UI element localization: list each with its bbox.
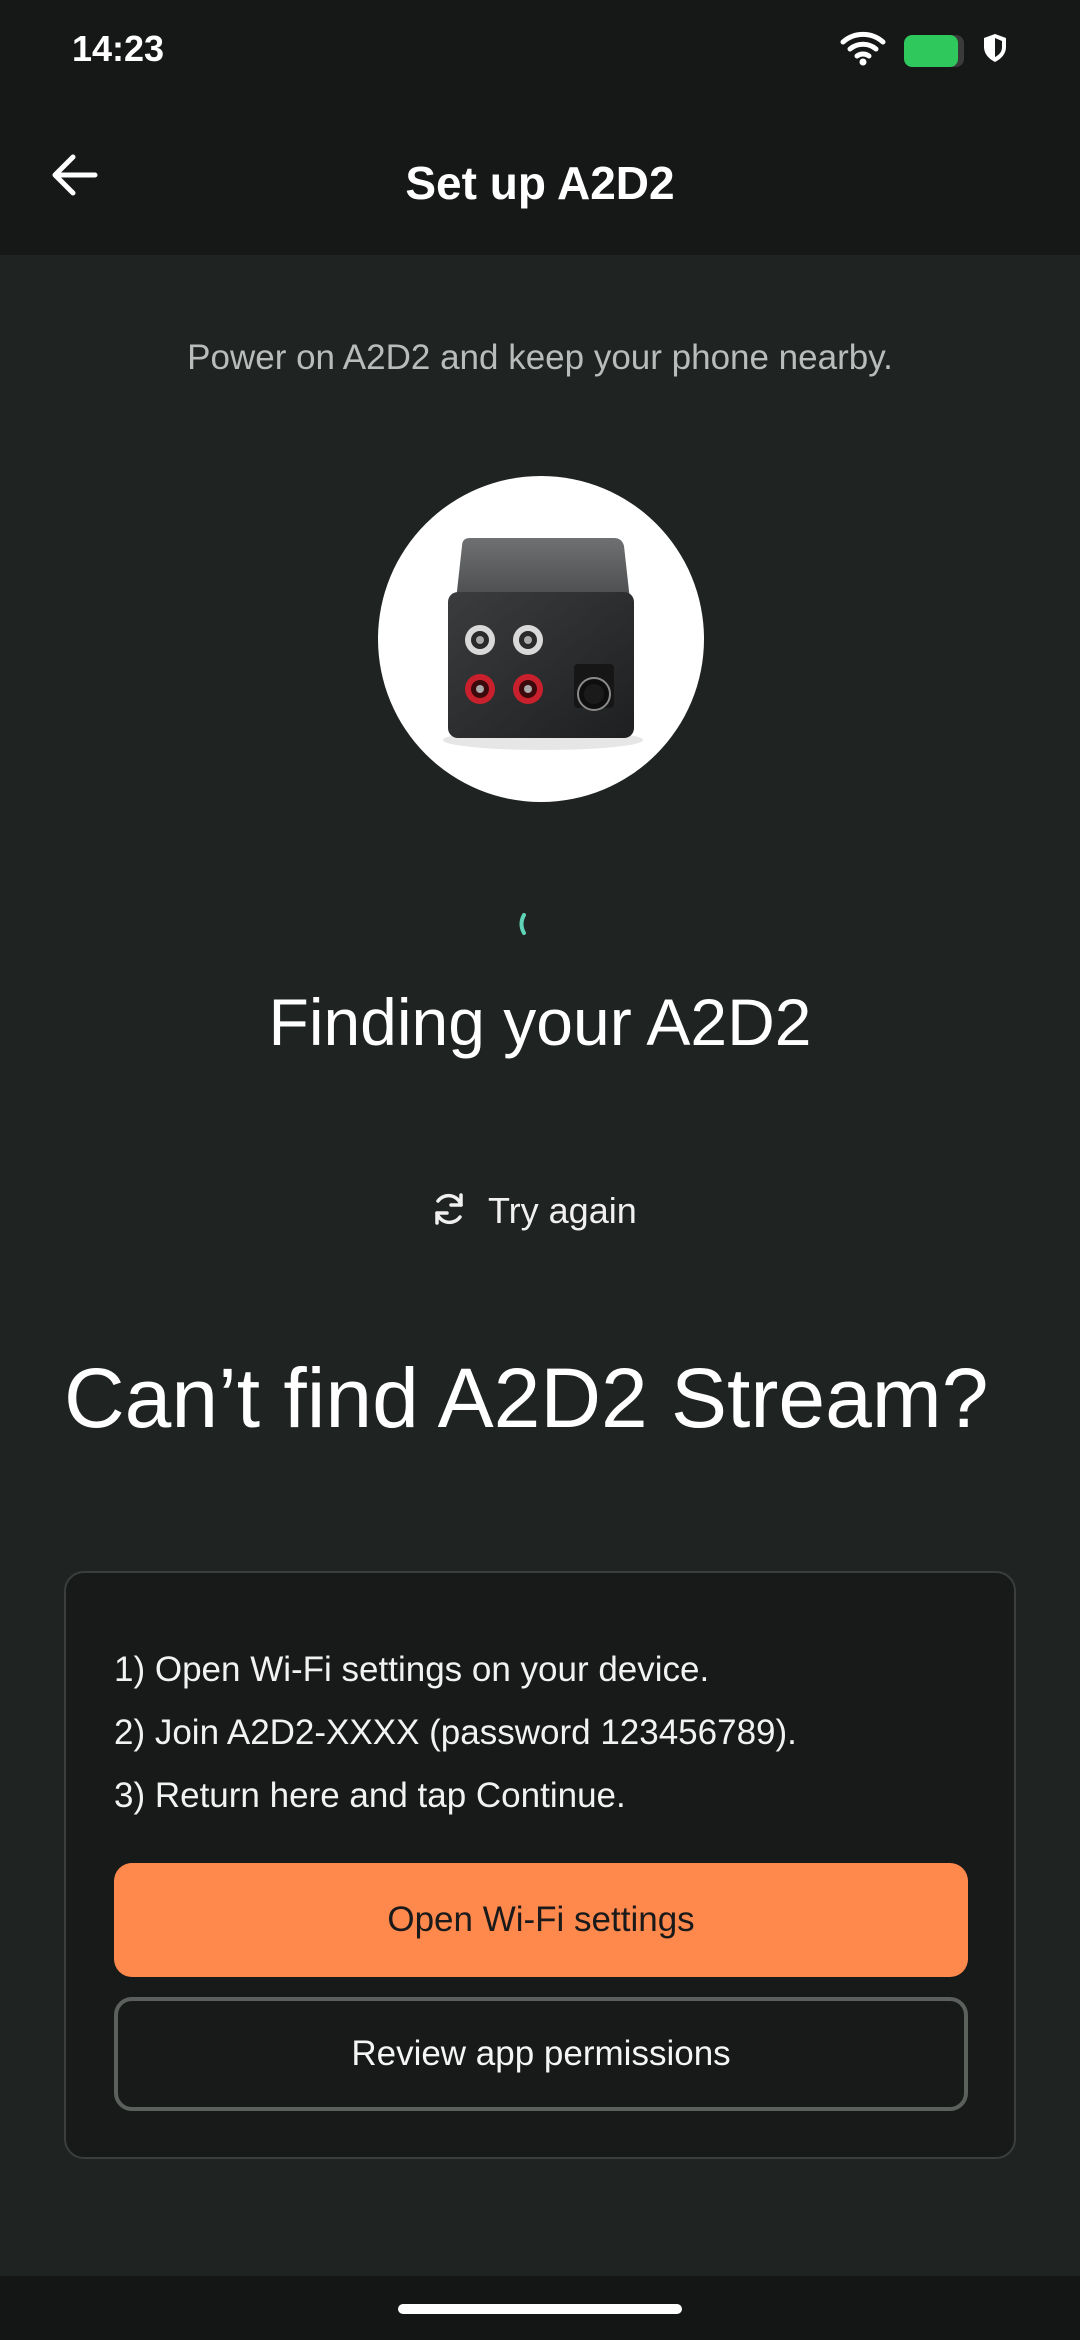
page-title: Set up A2D2: [405, 157, 675, 209]
search-status-title: Finding your A2D2: [268, 985, 812, 1059]
setup-screen: 14:23 Set up A2D2 Power on A2D2 and keep…: [0, 0, 1080, 2340]
device-image: [378, 476, 704, 802]
help-step: 3) Return here and tap Continue.: [114, 1776, 626, 1815]
status-icons: [840, 30, 1008, 71]
vpn-shield-icon: [982, 33, 1008, 68]
system-nav-bar: [0, 2276, 1080, 2340]
try-again-label: Try again: [488, 1190, 637, 1231]
home-indicator[interactable]: [398, 2304, 682, 2314]
wifi-icon: [840, 30, 886, 71]
app-bar: Set up A2D2: [0, 100, 1080, 255]
a2d2-device-photo: [443, 538, 643, 750]
battery-icon: [904, 34, 964, 67]
review-permissions-button[interactable]: Review app permissions: [114, 1997, 968, 2111]
battery-level-fill: [904, 34, 958, 67]
help-step: 2) Join A2D2-XXXX (password 123456789).: [114, 1713, 797, 1752]
open-wifi-settings-button[interactable]: Open Wi-Fi settings: [114, 1863, 968, 1977]
help-card: 1) Open Wi-Fi settings on your device. 2…: [64, 1571, 1016, 2159]
help-heading: Can’t find A2D2 Stream?: [64, 1351, 989, 1445]
help-step: 1) Open Wi-Fi settings on your device.: [114, 1650, 710, 1689]
status-bar: 14:23: [0, 0, 1080, 100]
setup-instruction: Power on A2D2 and keep your phone nearby…: [187, 338, 893, 377]
loading-spinner-icon: [514, 912, 530, 936]
refresh-icon: [430, 1190, 468, 1233]
try-again-button[interactable]: Try again: [430, 1186, 637, 1236]
status-time: 14:23: [72, 28, 165, 69]
